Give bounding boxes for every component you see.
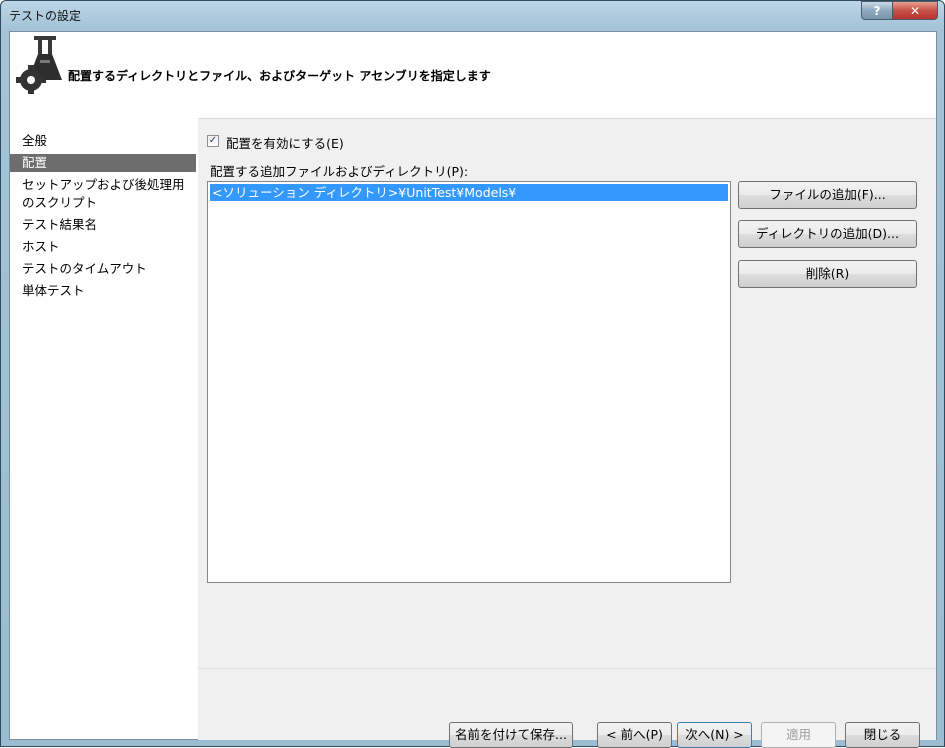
close-window-button[interactable]: ✕ — [892, 1, 938, 20]
enable-deployment-checkbox[interactable]: ✓ — [207, 135, 219, 147]
deployment-list-label: 配置する追加ファイルおよびディレクトリ(P): — [210, 164, 469, 179]
sidebar-item-unit-test[interactable]: 単体テスト — [10, 282, 196, 300]
title-bar[interactable]: テストの設定 ? ✕ — [1, 1, 944, 29]
close-button[interactable]: 閉じる — [845, 722, 920, 748]
sidebar-item-test-result-name[interactable]: テスト結果名 — [10, 216, 196, 234]
apply-button[interactable]: 適用 — [761, 722, 836, 748]
deployment-panel: ✓ 配置を有効にする(E) 配置する追加ファイルおよびディレクトリ(P): <ソ… — [198, 118, 936, 669]
save-as-button[interactable]: 名前を付けて保存... — [449, 722, 573, 748]
sidebar-item-host[interactable]: ホスト — [10, 238, 196, 256]
add-file-button[interactable]: ファイルの追加(F)... — [738, 181, 917, 209]
header-banner: 配置するディレクトリとファイル、およびターゲット アセンブリを指定します — [10, 32, 936, 118]
sidebar-item-setup-scripts[interactable]: セットアップおよび後処理用 — [10, 176, 196, 194]
dialog-footer: 名前を付けて保存... < 前へ(P) 次へ(N) > 適用 閉じる — [198, 668, 936, 748]
dialog-client-area: 配置するディレクトリとファイル、およびターゲット アセンブリを指定します 全般 … — [9, 31, 937, 748]
header-description: 配置するディレクトリとファイル、およびターゲット アセンブリを指定します — [68, 69, 491, 83]
sidebar-item-setup-scripts-line2[interactable]: のスクリプト — [10, 194, 196, 212]
help-button[interactable]: ? — [861, 1, 893, 20]
deployment-items-list[interactable]: <ソリューション ディレクトリ>¥UnitTest¥Models¥ — [207, 181, 731, 583]
settings-dialog: テストの設定 ? ✕ 配置するディレクトリとファイル、およびターゲット アセンブ… — [0, 0, 945, 748]
flask-gear-icon — [14, 36, 64, 95]
list-item[interactable]: <ソリューション ディレクトリ>¥UnitTest¥Models¥ — [210, 184, 728, 201]
settings-sidebar: 全般 配置 セットアップおよび後処理用 のスクリプト テスト結果名 ホスト テス… — [10, 118, 198, 739]
prev-button[interactable]: < 前へ(P) — [597, 722, 672, 748]
window-title: テストの設定 — [9, 9, 82, 23]
sidebar-item-general[interactable]: 全般 — [10, 132, 196, 150]
sidebar-item-timeout[interactable]: テストのタイムアウト — [10, 260, 196, 278]
next-button[interactable]: 次へ(N) > — [677, 722, 752, 748]
sidebar-item-deployment[interactable]: 配置 — [10, 154, 196, 172]
remove-button[interactable]: 削除(R) — [738, 260, 917, 288]
enable-deployment-label[interactable]: 配置を有効にする(E) — [226, 133, 344, 152]
add-directory-button[interactable]: ディレクトリの追加(D)... — [738, 220, 917, 248]
